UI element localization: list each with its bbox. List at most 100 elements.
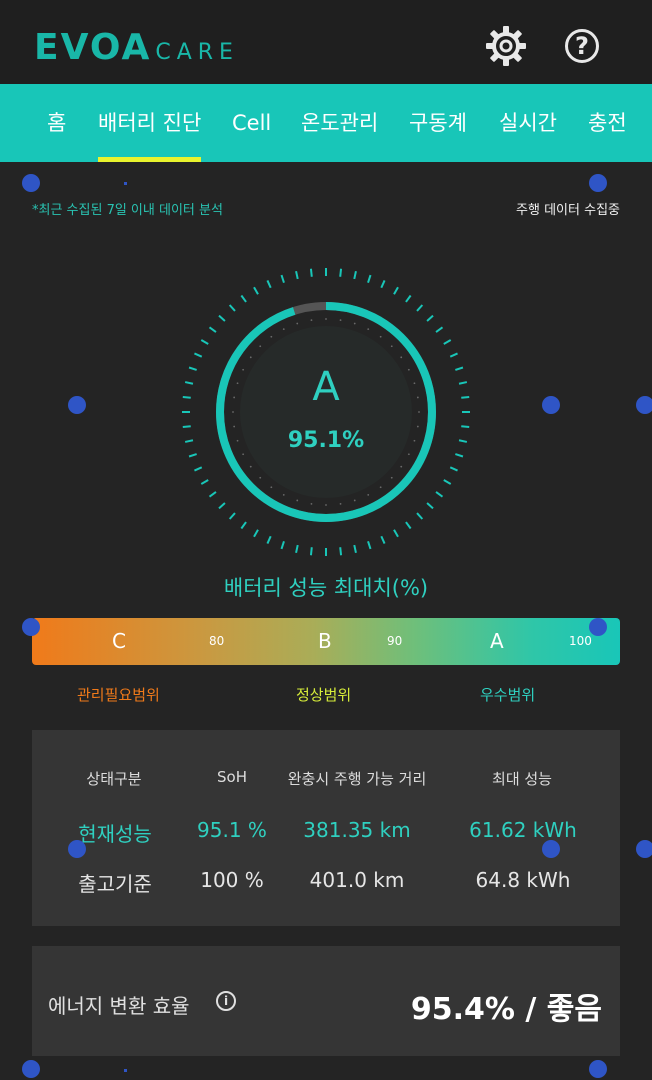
gauge-inner-dot [379,486,382,489]
gauge-tick [393,286,399,295]
table-header-max-perf: 최대 성능 [492,770,552,788]
scale-grade-c: C [112,629,126,653]
gauge-tick [295,544,299,554]
battery-grade: A [312,364,340,410]
table-cell-factory-label: 출고기준 [78,872,152,896]
gauge-tick [339,547,343,556]
gauge-inner-dot [390,476,393,479]
gauge-inner-dot [416,396,419,399]
gauge-tick [309,268,313,277]
gauge-tick [405,521,412,530]
gauge-tick [218,502,226,510]
gauge-tick [194,466,203,472]
gauge-inner-dot [390,345,393,348]
tab-drivetrain[interactable]: 구동계 [409,84,467,162]
gauge-inner-dot [259,345,262,348]
table-cell-current-label: 현재성능 [78,822,152,846]
gauge-inner-dot [242,368,245,371]
touch-marker [589,1060,607,1078]
table-cell-current-range: 381.35 km [303,818,411,842]
gauge-tick [353,270,357,280]
gauge-tick [266,280,272,289]
battery-gauge [182,268,470,556]
gauge-tick [188,366,197,371]
energy-efficiency-panel: 에너지 변환 효율 i 95.4% / 좋음 [32,946,620,1056]
touch-marker [542,840,560,858]
tab-temperature[interactable]: 온도관리 [301,84,378,162]
gauge-inner-dot [325,504,327,506]
gauge-tick [458,381,468,385]
gauge-tick [253,529,259,538]
gauge-inner-dot [233,425,236,428]
gauge-tick [426,314,434,322]
gauge-tick [380,280,386,289]
gauge-title: 배터리 성능 최대치(%) [223,576,429,600]
gauge-tick [367,541,372,550]
gauge-inner-dot [236,439,239,442]
gauge-tick [416,304,424,312]
data-collection-status: 주행 데이터 수집중 [516,203,620,218]
gauge-tick [455,366,464,371]
tab-charging[interactable]: 충전 [588,84,627,162]
performance-table: 상태구분 SoH 완충시 주행 가능 거리 최대 성능 현재성능 95.1 % … [32,730,620,926]
gauge-inner-dot [249,356,252,359]
touch-marker [589,174,607,192]
gauge-tick [461,425,470,429]
gauge-tick [461,395,470,399]
gauge-inner-dot [413,439,416,442]
gauge-tick [200,339,209,345]
gauge-inner-dot [367,328,370,331]
touch-marker-small [124,1069,127,1072]
table-cell-factory-range: 401.0 km [309,868,405,892]
grade-scale-bar: C 80 B 90 A 100 [32,618,620,665]
gauge-inner-dot [400,465,403,468]
gauge-tick [405,294,412,303]
gauge-tick [353,544,357,554]
gauge-tick [253,286,259,295]
gauge-tick [240,521,247,530]
gauge-inner-dot [407,368,410,371]
tab-cell[interactable]: Cell [232,84,271,162]
touch-marker [22,618,40,636]
gauge-inner-dot [413,382,416,385]
touch-marker-small [124,182,127,185]
gauge-inner-dot [296,322,299,325]
help-button[interactable]: ? [560,24,604,68]
gauge-inner-dot [249,465,252,468]
tab-realtime[interactable]: 실시간 [499,84,557,162]
gauge-tick [416,512,424,520]
gauge-inner-dot [339,319,342,322]
gauge-tick [208,491,217,498]
touch-marker [22,174,40,192]
gauge-inner-dot [270,486,273,489]
gauge-tick [208,326,217,333]
info-icon[interactable]: i [216,991,236,1011]
gauge-inner-dot [339,502,342,505]
table-cell-factory-capacity: 64.8 kWh [475,868,571,892]
touch-marker [68,840,86,858]
gauge-tick [449,352,458,358]
gauge-tick [458,439,468,443]
gauge-inner-dot [259,476,262,479]
touch-marker [636,840,652,858]
gauge-inner-dot [236,382,239,385]
gauge-inner-dot [282,328,285,331]
scale-grade-a: A [490,629,504,653]
gauge-tick [295,270,299,280]
gauge-tick [200,479,209,485]
tab-home[interactable]: 홈 [47,84,66,162]
gauge-tick [184,381,194,385]
gauge-tick [339,268,343,277]
gear-icon [486,26,526,66]
gauge-inner-dot [282,493,285,496]
gauge-tick [443,479,452,485]
logo-main-text: EVOA [34,27,152,68]
gauge-tick [182,425,191,429]
gauge-tick [393,529,399,538]
tab-battery-diagnosis[interactable]: 배터리 진단 [98,84,202,162]
gauge-inner-dot [353,499,356,502]
app-header: EVOA CARE ? [0,0,652,84]
scale-mark-80: 80 [209,634,225,648]
settings-button[interactable] [484,24,528,68]
gauge-inner-dot [353,322,356,325]
